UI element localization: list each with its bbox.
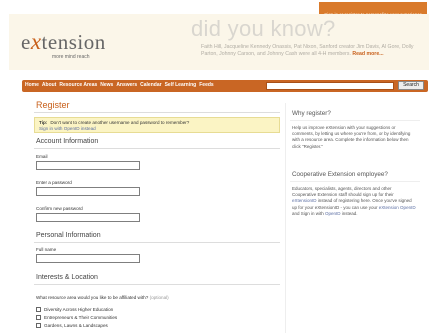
notice-tip: Tip: — [39, 120, 48, 125]
main-nav: Home About Resource Areas News Answers Calend… — [22, 80, 428, 92]
search-button[interactable]: Search — [398, 81, 424, 90]
interests-heading: Interests & Location — [36, 274, 98, 281]
openid-link[interactable]: OpenID — [325, 211, 341, 216]
checkbox[interactable] — [36, 307, 41, 312]
account-divider — [34, 148, 280, 149]
resource-area-question: What resource area would you like to be … — [36, 295, 169, 300]
coop-employee-heading: Cooperative Extension employee? — [292, 171, 388, 178]
nav-item-home[interactable]: Home — [25, 82, 39, 88]
nav-item-resource-areas[interactable]: Resource Areas — [59, 82, 97, 88]
logo-tagline: more mind reach — [52, 54, 90, 60]
personal-divider — [34, 242, 280, 243]
resource-option[interactable]: Gardens, Lawns & Landscapes — [36, 323, 108, 328]
interests-divider — [34, 284, 280, 285]
sidebar-divider — [290, 120, 420, 121]
read-more-link[interactable]: Read more... — [352, 51, 383, 57]
site-header: extension more mind reach did you know? … — [9, 14, 429, 70]
why-register-text: Help us improve eXtension with your sugg… — [292, 125, 411, 149]
password-field[interactable] — [36, 187, 140, 196]
why-register-heading: Why register? — [292, 110, 331, 117]
main-content: Register Tip: Don't want to create anothe… — [24, 96, 428, 333]
coop-employee-text: Educators, specialists, agents, director… — [292, 186, 416, 216]
did-you-know-heading: did you know? — [191, 16, 336, 41]
email-field[interactable] — [36, 161, 140, 170]
fullname-label: Full name — [36, 247, 57, 252]
nav-item-news[interactable]: News — [100, 82, 113, 88]
search-input[interactable] — [266, 82, 394, 90]
confirm-password-label: Confirm new password — [36, 206, 83, 211]
nav-item-answers[interactable]: Answers — [116, 82, 137, 88]
title-divider — [34, 112, 280, 113]
email-label: Email — [36, 154, 48, 159]
checkbox[interactable] — [36, 315, 41, 320]
checkbox[interactable] — [36, 323, 41, 328]
resource-option[interactable]: Diversity Across Higher Education — [36, 307, 113, 312]
password-label: Enter a password — [36, 180, 72, 185]
notice-text: Don't want to create another username an… — [50, 120, 190, 125]
openid-notice: Tip: Don't want to create another usernam… — [34, 117, 280, 133]
nav-item-feeds[interactable]: Feeds — [199, 82, 213, 88]
extension-openid-link[interactable]: eXtension OpenID — [379, 205, 416, 210]
openid-sign-in-link[interactable]: Sign in with OpenID instead — [39, 126, 275, 132]
page-title: Register — [36, 100, 70, 110]
sidebar: Why register? Help us improve eXtension … — [285, 103, 424, 333]
nav-item-about[interactable]: About — [42, 82, 56, 88]
extension-logo[interactable]: extension more mind reach — [21, 29, 106, 60]
resource-option[interactable]: Entrepreneurs & Their Communities — [36, 315, 117, 320]
sidebar-divider — [290, 181, 420, 182]
fullname-field[interactable] — [36, 254, 140, 263]
did-you-know-text: Faith Hill, Jacqueline Kennedy Onassis, … — [201, 44, 414, 57]
logo-wordmark: extension — [21, 29, 106, 54]
nav-item-self-learning[interactable]: Self Learning — [165, 82, 197, 88]
nav-items: Home About Resource Areas News Answers Calend… — [25, 82, 214, 88]
confirm-password-field[interactable] — [36, 213, 140, 222]
nav-item-calendar[interactable]: Calendar — [140, 82, 161, 88]
extensionid-link[interactable]: eXtensionID — [292, 198, 317, 203]
account-heading: Account Information — [36, 138, 99, 145]
personal-heading: Personal Information — [36, 232, 101, 239]
page: Sign in or register to personalize your … — [0, 0, 435, 333]
